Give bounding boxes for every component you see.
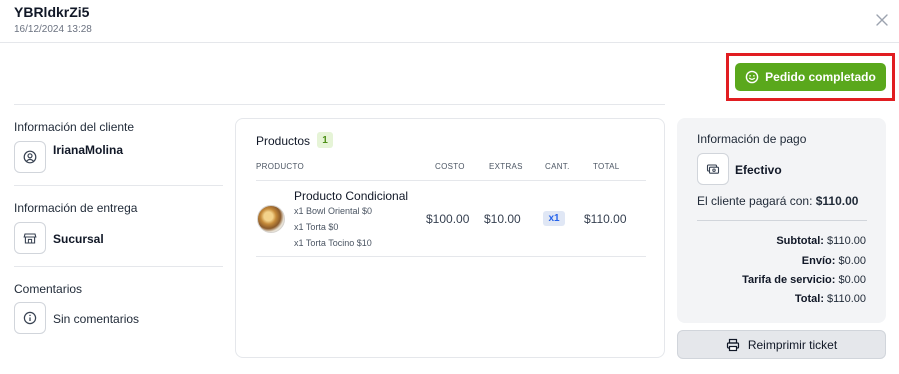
comments-value: Sin comentarios [53,312,140,326]
client-name: IrianaMolina [53,143,124,157]
order-completed-label: Pedido completado [765,70,876,84]
product-cost: $100.00 [426,212,470,226]
order-date: 16/12/2024 13:28 [14,24,92,35]
product-option: x1 Torta $0 [294,222,339,232]
order-id: YBRldkrZi5 [14,4,90,20]
products-count-badge: 1 [317,132,333,148]
payment-divider [697,220,867,221]
payment-icon-box [697,153,729,185]
info-icon [23,311,37,325]
total-label: Total: [794,293,824,305]
column-header-total: TOTAL [593,162,620,171]
column-header-product: PRODUCTO [256,162,305,171]
column-header-qty: CANT. [545,162,570,171]
product-option: x1 Bowl Oriental $0 [294,206,373,216]
comments-title: Comentarios [14,282,83,296]
user-circle-icon [23,150,37,164]
service-fee-row: Tarifa de servicio: $0.00 [742,274,866,286]
cash-icon [706,164,720,174]
payment-card: Información de pago Efectivo El cliente … [677,118,886,323]
comments-icon-box [14,302,46,334]
client-will-pay-amount: $110.00 [815,194,859,208]
subtotal-value: $110.00 [827,235,866,247]
service-fee-value: $0.00 [838,274,866,286]
product-option: x1 Torta Tocino $10 [294,238,372,248]
client-info-title: Información del cliente [14,120,135,134]
product-extras: $10.00 [484,212,521,226]
order-completed-button[interactable]: Pedido completado [735,63,886,91]
products-title: Productos [256,134,311,148]
reprint-ticket-button[interactable]: Reimprimir ticket [677,330,886,359]
store-icon [23,233,37,244]
product-image [257,205,285,233]
column-header-extras: EXTRAS [489,162,523,171]
service-fee-label: Tarifa de servicio: [742,274,836,286]
table-header-divider [256,180,646,181]
delivery-info-title: Información de entrega [14,201,138,215]
close-icon [876,14,888,26]
shipping-label: Envío: [801,255,836,267]
printer-icon [726,338,739,351]
delivery-icon-box [14,222,46,254]
product-name: Producto Condicional [294,189,409,203]
reprint-ticket-label: Reimprimir ticket [747,337,838,352]
subtotal-row: Subtotal: $110.00 [776,235,866,247]
shipping-value: $0.00 [838,255,866,267]
column-header-cost: COSTO [435,162,465,171]
payment-info-title: Información de pago [697,132,807,146]
subtotal-label: Subtotal: [776,235,824,247]
table-row-divider [256,256,646,257]
payment-method: Efectivo [735,163,782,177]
product-total: $110.00 [584,212,627,226]
left-divider [14,266,223,267]
client-icon-box [14,141,46,173]
shipping-row: Envío: $0.00 [802,255,866,267]
delivery-value: Sucursal [53,232,104,246]
client-will-pay-label: El cliente pagará con: [697,194,813,208]
smile-icon [745,70,759,84]
total-value: $110.00 [827,293,866,305]
modal-header: YBRldkrZi5 16/12/2024 13:28 [0,0,899,43]
product-qty-badge: x1 [543,211,565,226]
section-divider [14,104,665,105]
left-divider [14,185,223,186]
total-row: Total: $110.00 [795,293,866,305]
close-button[interactable] [874,12,890,28]
products-card: Productos 1 PRODUCTO COSTO EXTRAS CANT. … [235,118,665,358]
client-will-pay: El cliente pagará con: $110.00 [697,194,858,208]
